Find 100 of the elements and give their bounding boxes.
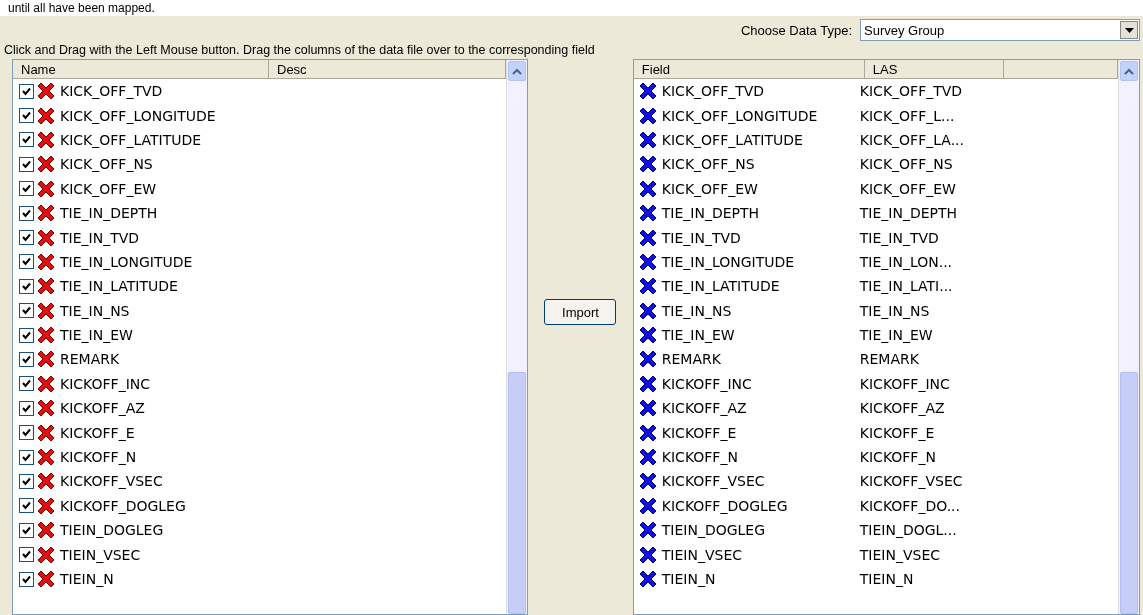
list-item[interactable]: TIEIN_N [60,571,114,587]
list-item[interactable]: TIE_IN_EW [60,327,133,344]
column-header[interactable]: LAS [864,60,1004,78]
checkbox[interactable] [19,108,34,124]
las-name: KICKOFF_INC [859,375,950,392]
field-name[interactable]: TIE_IN_DEPTH [661,205,860,222]
field-name[interactable]: TIEIN_DOGLEG [661,522,860,539]
field-name[interactable]: KICK_OFF_TVD [661,83,860,100]
list-item[interactable]: KICKOFF_DOGLEG [60,497,186,514]
las-name: KICK_OFF_LA... [859,131,964,148]
field-name[interactable]: TIEIN_N [661,571,860,587]
cross-icon [36,325,56,346]
field-name[interactable]: KICKOFF_INC [661,375,860,392]
checkbox[interactable] [19,376,34,392]
field-name[interactable]: KICKOFF_AZ [661,400,860,417]
las-name: TIE_IN_LON... [859,253,953,270]
import-button[interactable]: Import [544,299,617,325]
scrollbar-thumb[interactable] [1120,372,1138,614]
cross-icon [637,178,658,199]
list-item[interactable]: KICK_OFF_EW [60,180,157,197]
checkbox[interactable] [19,205,34,221]
cross-icon [637,325,658,346]
field-name[interactable]: KICK_OFF_EW [661,180,860,197]
checkbox[interactable] [19,83,34,99]
list-item[interactable]: KICKOFF_AZ [60,400,145,417]
list-item[interactable]: TIE_IN_DEPTH [60,205,158,222]
field-name[interactable]: KICK_OFF_NS [661,156,860,173]
field-name[interactable]: KICK_OFF_LONGITUDE [661,107,860,124]
cross-icon [36,300,56,321]
las-name: TIEIN_N [859,571,914,587]
list-item[interactable]: KICK_OFF_TVD [60,83,163,100]
list-item[interactable]: TIEIN_VSEC [60,546,141,563]
checkbox[interactable] [19,571,34,587]
checkbox[interactable] [19,425,34,441]
field-name[interactable]: REMARK [661,351,860,368]
checkbox[interactable] [19,352,34,367]
field-name[interactable]: TIE_IN_LONGITUDE [661,253,860,270]
checkbox[interactable] [19,230,34,246]
checkbox[interactable] [19,132,34,148]
dropdown-button[interactable] [1120,21,1138,39]
las-name: KICKOFF_VSEC [859,473,963,490]
data-type-label: Choose Data Type: [740,22,852,38]
scroll-up-icon[interactable] [1124,67,1134,75]
field-name[interactable]: KICKOFF_VSEC [661,473,860,490]
scroll-up-button[interactable] [1120,61,1138,81]
list-item[interactable]: TIE_IN_LATITUDE [60,278,178,295]
checkbox[interactable] [19,522,34,538]
scroll-up-icon[interactable] [512,67,523,75]
list-item[interactable]: TIE_IN_LONGITUDE [60,253,193,270]
list-item[interactable]: TIE_IN_TVD [60,229,140,246]
field-name[interactable]: TIEIN_VSEC [661,546,860,563]
checkbox[interactable] [19,400,34,416]
list-item[interactable]: TIE_IN_NS [60,302,130,319]
las-name: TIE_IN_LATI... [859,278,953,295]
scrollbar-thumb[interactable] [508,372,527,614]
cross-icon [637,227,658,248]
field-name[interactable]: KICKOFF_DOGLEG [661,497,860,514]
checkbox[interactable] [19,473,34,489]
checkbox[interactable] [19,303,34,319]
checkbox[interactable] [19,449,34,465]
cross-icon [637,276,658,297]
checkbox[interactable] [19,498,34,514]
field-name[interactable]: KICKOFF_N [661,449,860,466]
las-name: TIE_IN_DEPTH [859,205,958,222]
list-item[interactable]: KICKOFF_E [60,424,135,441]
checkbox[interactable] [19,156,34,172]
checkbox[interactable] [19,327,34,343]
checkbox[interactable] [19,254,34,270]
field-name[interactable]: KICKOFF_E [661,424,860,441]
list-item[interactable]: KICKOFF_INC [60,375,150,392]
las-name: KICKOFF_DO... [859,497,960,514]
las-name: KICK_OFF_L... [859,107,955,124]
checkbox[interactable] [19,278,34,294]
checkbox[interactable] [19,547,34,563]
field-name[interactable]: TIE_IN_TVD [661,229,860,246]
list-item[interactable]: KICK_OFF_LONGITUDE [60,107,216,124]
cross-icon [637,105,658,126]
cross-icon [637,203,658,224]
column-header[interactable]: Field [633,60,865,78]
las-name: TIEIN_DOGL... [859,522,957,539]
cross-icon [36,129,56,150]
cross-icon [36,251,56,272]
checkbox[interactable] [19,181,34,197]
cross-icon [637,422,658,443]
field-name[interactable]: TIE_IN_NS [661,302,860,319]
column-header[interactable]: Name [13,60,269,78]
list-item[interactable]: KICKOFF_N [60,449,137,466]
cross-icon [36,398,56,419]
field-name[interactable]: TIE_IN_EW [661,327,860,344]
list-item[interactable]: KICK_OFF_NS [60,156,153,173]
field-name[interactable]: TIE_IN_LATITUDE [661,278,860,295]
cross-icon [637,129,658,150]
list-item[interactable]: KICKOFF_VSEC [60,473,163,490]
field-name[interactable]: KICK_OFF_LATITUDE [661,131,860,148]
data-type-dropdown[interactable]: Survey Group [860,19,1140,41]
list-item[interactable]: TIEIN_DOGLEG [60,522,164,539]
list-item[interactable]: KICK_OFF_LATITUDE [60,131,202,148]
list-item[interactable]: REMARK [60,351,120,368]
scroll-up-button[interactable] [508,61,527,81]
cross-icon [36,447,56,468]
